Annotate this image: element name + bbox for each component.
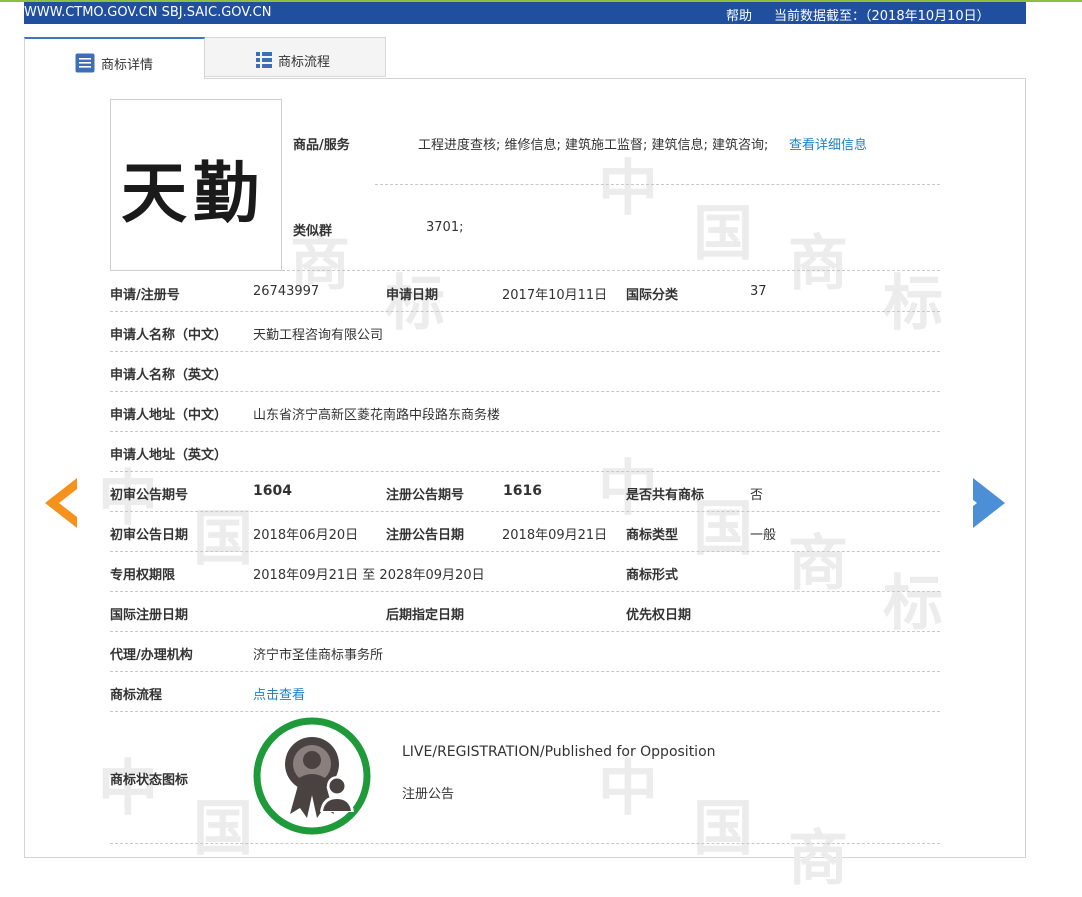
watermark-char: 国 xyxy=(193,794,253,864)
watermark-char: 国 xyxy=(693,199,753,269)
trademark-logo-text: 天勤 xyxy=(121,154,265,232)
award-ribbon-icon xyxy=(252,716,372,836)
app-date-label: 申请日期 xyxy=(386,288,439,303)
reg-pub-date-label: 注册公告日期 xyxy=(386,528,465,543)
similar-group-value: 3701; xyxy=(426,220,464,235)
document-list-icon xyxy=(75,53,95,77)
intl-reg-date-label: 国际注册日期 xyxy=(110,608,189,623)
list-grid-icon xyxy=(256,52,272,72)
prelim-date-value: 2018年06月20日 xyxy=(253,528,359,543)
prelim-no-label: 初审公告期号 xyxy=(110,488,189,503)
watermark-char: 标 xyxy=(883,569,943,639)
address-en-label: 申请人地址（英文） xyxy=(110,448,228,463)
intl-class-label: 国际分类 xyxy=(626,288,679,303)
applicant-cn-label: 申请人名称（中文） xyxy=(110,328,228,343)
exclusive-period-value: 2018年09月21日 至 2028年09月20日 xyxy=(253,568,485,583)
divider xyxy=(110,431,940,432)
shared-label: 是否共有商标 xyxy=(626,488,705,503)
intl-class-value: 37 xyxy=(750,284,767,299)
divider xyxy=(110,311,940,312)
reg-no-value: 26743997 xyxy=(253,284,320,299)
watermark-char: 国 xyxy=(193,504,253,574)
divider xyxy=(110,843,940,844)
later-date-label: 后期指定日期 xyxy=(386,608,465,623)
goods-detail-link[interactable]: 查看详细信息 xyxy=(789,134,867,153)
similar-group-label: 类似群 xyxy=(293,224,333,239)
tm-form-label: 商标形式 xyxy=(626,568,679,583)
watermark-char: 商 xyxy=(788,824,848,894)
tab-trademark-detail[interactable]: 商标详情 xyxy=(24,37,205,79)
divider xyxy=(110,711,940,712)
goods-value: 工程进度查核; 维修信息; 建筑施工监督; 建筑信息; 建筑咨询; xyxy=(418,138,769,153)
divider xyxy=(375,184,940,185)
goods-label: 商品/服务 xyxy=(293,138,350,153)
data-date: 当前数据截至：（2018年10月10日） xyxy=(774,9,990,24)
divider xyxy=(110,471,940,472)
watermark-char: 商 xyxy=(788,529,848,599)
site-domain: WWW.CTMO.GOV.CN SBJ.SAIC.GOV.CN xyxy=(24,5,272,20)
reg-pub-no-value: 1616 xyxy=(503,483,542,499)
reg-pub-no-label: 注册公告期号 xyxy=(386,488,465,503)
reg-no-label: 申请/注册号 xyxy=(110,288,180,303)
exclusive-period-label: 专用权期限 xyxy=(110,568,176,583)
status-icon-label: 商标状态图标 xyxy=(110,773,189,788)
address-cn-label: 申请人地址（中文） xyxy=(110,408,228,423)
watermark-char: 标 xyxy=(883,269,943,339)
tm-flow-link[interactable]: 点击查看 xyxy=(253,684,305,703)
divider xyxy=(282,270,940,271)
divider xyxy=(110,591,940,592)
watermark-char: 国 xyxy=(693,794,753,864)
tab-trademark-flow-label: 商标流程 xyxy=(278,55,331,70)
divider xyxy=(110,631,940,632)
next-arrow-icon[interactable] xyxy=(959,478,1005,528)
top-bar: WWW.CTMO.GOV.CN SBJ.SAIC.GOV.CN 帮助 当前数据截… xyxy=(24,2,1026,24)
tm-flow-label: 商标流程 xyxy=(110,688,163,703)
divider xyxy=(110,551,940,552)
app-date-value: 2017年10月11日 xyxy=(502,288,608,303)
agent-label: 代理/办理机构 xyxy=(110,648,193,663)
priority-date-label: 优先权日期 xyxy=(626,608,692,623)
trademark-image: 天勤 xyxy=(110,99,282,271)
status-cn-value: 注册公告 xyxy=(402,787,455,802)
divider xyxy=(110,511,940,512)
prev-arrow-icon[interactable] xyxy=(45,478,77,528)
applicant-en-label: 申请人名称（英文） xyxy=(110,368,228,383)
reg-pub-date-value: 2018年09月21日 xyxy=(502,528,608,543)
prelim-no-value: 1604 xyxy=(253,483,292,499)
address-cn-value: 山东省济宁高新区菱花南路中段路东商务楼 xyxy=(253,408,501,423)
tm-type-label: 商标类型 xyxy=(626,528,679,543)
shared-value: 否 xyxy=(750,488,764,503)
tab-trademark-flow[interactable]: 商标流程 xyxy=(205,37,386,77)
tab-trademark-detail-label: 商标详情 xyxy=(101,58,154,73)
prelim-date-label: 初审公告日期 xyxy=(110,528,189,543)
applicant-cn-value: 天勤工程咨询有限公司 xyxy=(253,328,384,343)
status-en-value: LIVE/REGISTRATION/Published for Oppositi… xyxy=(402,744,716,760)
divider xyxy=(110,351,940,352)
agent-value: 济宁市圣佳商标事务所 xyxy=(253,648,384,663)
tm-type-value: 一般 xyxy=(750,528,777,543)
divider xyxy=(110,391,940,392)
help-link[interactable]: 帮助 xyxy=(726,5,752,24)
divider xyxy=(110,671,940,672)
watermark-char: 商 xyxy=(788,229,848,299)
